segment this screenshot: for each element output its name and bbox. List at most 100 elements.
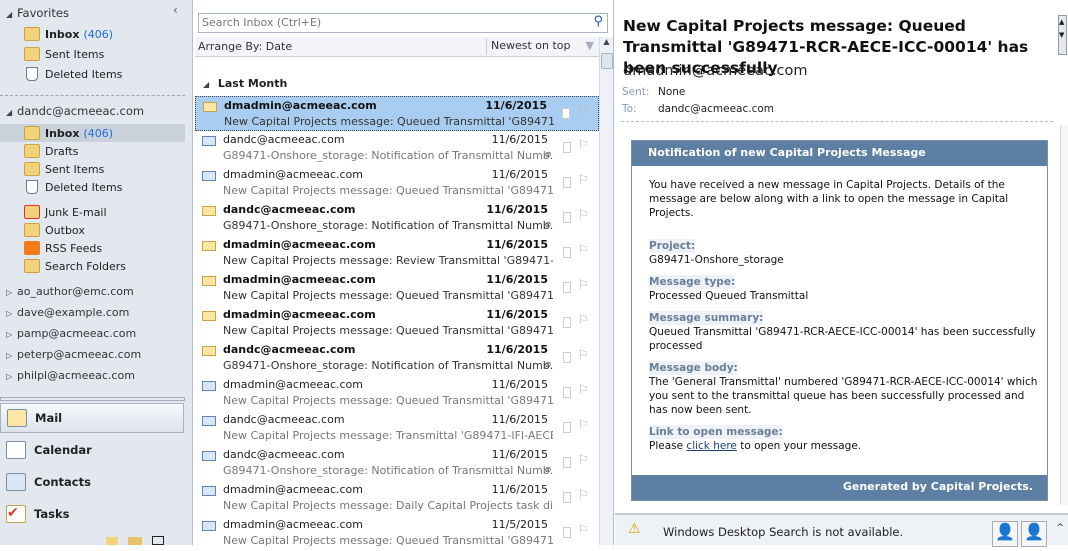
- card-footer: Generated by Capital Projects.: [632, 475, 1047, 500]
- contact-avatar-icon[interactable]: 👤: [992, 521, 1018, 547]
- flag-icon[interactable]: ⚐: [577, 383, 589, 398]
- message-date: 11/6/2015: [491, 448, 548, 461]
- collapse-nav-icon[interactable]: ‹: [173, 3, 178, 17]
- calendar-button[interactable]: Calendar: [0, 435, 193, 465]
- flag-icon[interactable]: ⚐: [577, 173, 589, 188]
- scroll-thumb[interactable]: [601, 53, 613, 69]
- search-icon[interactable]: ⚲: [593, 14, 603, 29]
- account-dave[interactable]: ▷ dave@example.com: [6, 306, 129, 319]
- header-scrollbar[interactable]: ▲ ▼: [1058, 15, 1067, 55]
- contact-avatar-icon[interactable]: 👤: [1021, 521, 1047, 547]
- flag-icon[interactable]: ⚐: [577, 243, 589, 258]
- account-header[interactable]: ◢ dandc@acmeeac.com: [6, 104, 144, 118]
- folder-outbox[interactable]: Outbox: [24, 221, 184, 239]
- message-sender: dmadmin@acmeeac.com: [223, 308, 376, 321]
- tasks-button[interactable]: ✔ Tasks: [0, 499, 193, 529]
- category-icon[interactable]: [563, 212, 571, 223]
- message-row[interactable]: dmadmin@acmeeac.com 11/6/2015 New Capita…: [195, 236, 599, 271]
- category-icon[interactable]: [563, 527, 571, 538]
- message-sender[interactable]: dmadmin@acmeeac.com: [623, 63, 808, 79]
- inbox-folder-icon: [24, 126, 40, 140]
- message-row[interactable]: dandc@acmeeac.com 11/6/2015 New Capital …: [195, 411, 599, 446]
- folder-list-icon[interactable]: [128, 537, 142, 545]
- message-summary-field: Message summary: Queued Transmittal 'G894…: [649, 311, 1039, 353]
- category-icon[interactable]: [563, 282, 571, 293]
- message-row[interactable]: dmadmin@acmeeac.com 11/6/2015 New Capita…: [195, 306, 599, 341]
- favorites-sent-items[interactable]: Sent Items: [24, 45, 184, 63]
- folder-inbox[interactable]: Inbox (406): [0, 124, 185, 142]
- message-row[interactable]: dandc@acmeeac.com 11/6/2015 G89471-Onsho…: [195, 341, 599, 376]
- flag-icon[interactable]: ⚐: [577, 523, 589, 538]
- body-scrollbar[interactable]: [1060, 125, 1068, 505]
- list-scrollbar[interactable]: ▲: [599, 37, 613, 545]
- flag-icon[interactable]: ⚐: [577, 278, 589, 293]
- category-icon[interactable]: [563, 177, 571, 188]
- category-icon[interactable]: [563, 422, 571, 433]
- flag-icon[interactable]: ⚐: [577, 488, 589, 503]
- account-philpl[interactable]: ▷ philpl@acmeeac.com: [6, 369, 135, 382]
- message-subject: New Capital Projects message: Queued Tra…: [223, 184, 553, 197]
- favorites-inbox[interactable]: Inbox (406): [24, 25, 184, 43]
- category-icon[interactable]: [563, 142, 571, 153]
- folder-sent-items[interactable]: Sent Items: [24, 160, 184, 178]
- search-input[interactable]: Search Inbox (Ctrl+E) ⚲: [198, 13, 608, 33]
- account-pamp[interactable]: ▷ pamp@acmeeac.com: [6, 327, 136, 340]
- flag-icon[interactable]: ⚐: [577, 418, 589, 433]
- favorites-deleted-items[interactable]: Deleted Items: [24, 65, 184, 83]
- message-row[interactable]: dmadmin@acmeeac.com 11/6/2015 New Capita…: [195, 481, 599, 516]
- folder-rss-feeds[interactable]: RSS Feeds: [24, 239, 184, 257]
- category-icon[interactable]: [563, 492, 571, 503]
- message-date: 11/6/2015: [491, 378, 548, 391]
- chevron-down-icon[interactable]: ▼: [586, 39, 594, 52]
- to-value[interactable]: dandc@acmeeac.com: [658, 103, 774, 115]
- sort-order-button[interactable]: Newest on top: [486, 39, 571, 55]
- category-icon[interactable]: [563, 387, 571, 398]
- flag-icon[interactable]: ⚐: [577, 453, 589, 468]
- shortcuts-icon[interactable]: [152, 536, 164, 545]
- favorites-header[interactable]: ◢ Favorites: [6, 6, 69, 20]
- account-ao-author[interactable]: ▷ ao_author@emc.com: [6, 285, 134, 298]
- group-header[interactable]: ◢ Last Month: [203, 77, 287, 90]
- flag-icon[interactable]: ⚐: [577, 208, 589, 223]
- category-icon[interactable]: [563, 247, 571, 258]
- sent-folder-icon: [24, 162, 40, 176]
- folder-junk-email[interactable]: Junk E-mail: [24, 203, 184, 221]
- unread-count: (406): [83, 27, 114, 41]
- account-label: pamp@acmeeac.com: [17, 327, 137, 340]
- chevron-up-icon[interactable]: ^: [1056, 523, 1064, 533]
- message-row[interactable]: dmadmin@acmeeac.com 11/6/2015 New Capita…: [195, 166, 599, 201]
- message-row[interactable]: dandc@acmeeac.com 11/6/2015 G89471-Onsho…: [195, 446, 599, 481]
- message-row[interactable]: dmadmin@acmeeac.com 11/6/2015 New Capita…: [195, 96, 599, 131]
- folder-deleted-items[interactable]: Deleted Items: [24, 178, 184, 196]
- message-row[interactable]: dmadmin@acmeeac.com 11/6/2015 New Capita…: [195, 376, 599, 411]
- contacts-button[interactable]: Contacts: [0, 467, 193, 497]
- read-envelope-icon: [202, 451, 216, 461]
- folder-drafts[interactable]: Drafts: [24, 142, 184, 160]
- flag-icon[interactable]: ⚐: [577, 348, 589, 363]
- field-value: The 'General Transmittal' numbered 'G894…: [649, 376, 1038, 416]
- notes-icon[interactable]: [106, 537, 118, 545]
- message-row[interactable]: dandc@acmeeac.com 11/6/2015 G89471-Onsho…: [195, 131, 599, 166]
- message-row[interactable]: dandc@acmeeac.com 11/6/2015 G89471-Onsho…: [195, 201, 599, 236]
- message-date: 11/6/2015: [491, 483, 548, 496]
- mail-button[interactable]: Mail: [0, 403, 184, 433]
- message-date: 11/6/2015: [486, 273, 548, 286]
- category-icon[interactable]: [562, 108, 570, 119]
- account-peterp[interactable]: ▷ peterp@acmeeac.com: [6, 348, 141, 361]
- message-subject: New Capital Projects message: Review Tra…: [223, 254, 553, 267]
- category-icon[interactable]: [563, 457, 571, 468]
- folder-search-folders[interactable]: Search Folders: [24, 257, 184, 275]
- message-row[interactable]: dmadmin@acmeeac.com 11/5/2015 New Capita…: [195, 516, 599, 551]
- flag-icon[interactable]: ⚐: [576, 104, 588, 119]
- flag-icon[interactable]: ⚐: [577, 138, 589, 153]
- category-icon[interactable]: [563, 352, 571, 363]
- message-sender: dmadmin@acmeeac.com: [224, 99, 377, 112]
- folder-label: Inbox: [45, 27, 80, 41]
- message-subject: G89471-Onshore_storage: Notification of …: [223, 149, 553, 162]
- arrange-by-button[interactable]: Arrange By: Date: [198, 40, 292, 53]
- message-row[interactable]: dmadmin@acmeeac.com 11/6/2015 New Capita…: [195, 271, 599, 306]
- splitter[interactable]: [0, 397, 185, 401]
- flag-icon[interactable]: ⚐: [577, 313, 589, 328]
- click-here-link[interactable]: click here: [686, 440, 736, 452]
- category-icon[interactable]: [563, 317, 571, 328]
